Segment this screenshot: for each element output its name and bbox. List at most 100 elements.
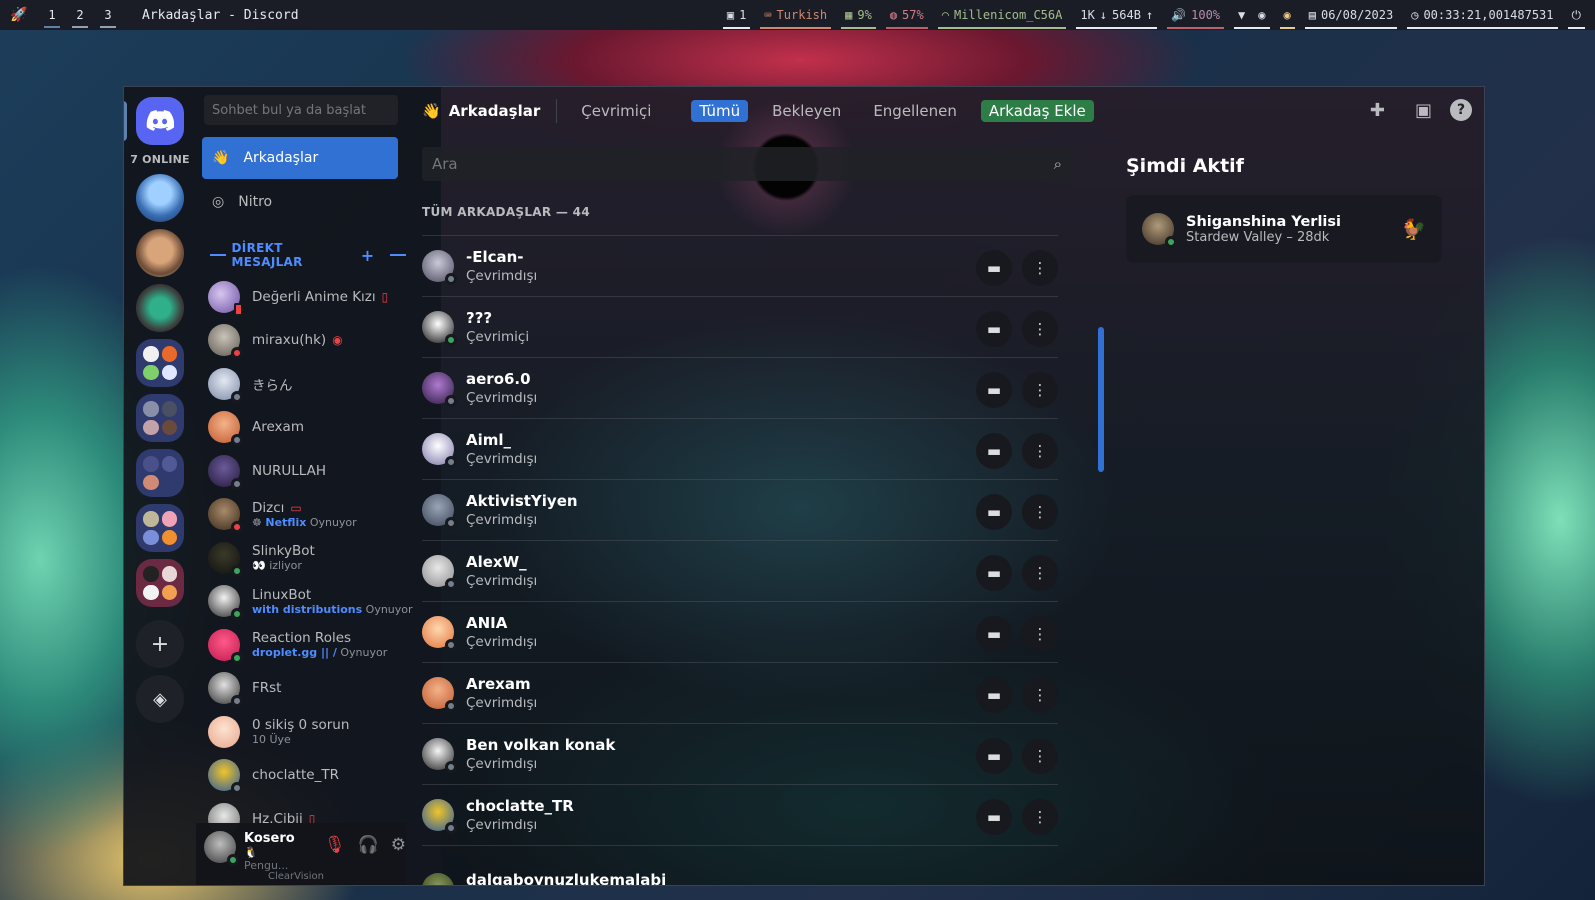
friends-search-input[interactable]: Ara ⌕ bbox=[422, 147, 1072, 181]
friend-row[interactable]: Arexam Çevrimdışı ▬ ⋮ bbox=[422, 663, 1058, 724]
server-icon[interactable] bbox=[136, 229, 184, 277]
help-icon[interactable]: ? bbox=[1450, 99, 1472, 121]
more-options-icon[interactable]: ⋮ bbox=[1022, 311, 1058, 347]
friend-row[interactable]: AlexW_ Çevrimdışı ▬ ⋮ bbox=[422, 541, 1058, 602]
power-icon[interactable]: ⏻ bbox=[1572, 8, 1582, 23]
dm-item[interactable]: FRst bbox=[208, 667, 406, 711]
discord-logo-icon bbox=[146, 110, 174, 131]
dm-item[interactable]: SlinkyBot 👀 izliyor bbox=[208, 536, 406, 580]
memory-module[interactable]: ◍ 57% bbox=[885, 4, 928, 29]
message-icon[interactable]: ▬ bbox=[976, 372, 1012, 408]
active-now-card[interactable]: Shiganshina Yerlisi Stardew Valley – 28d… bbox=[1126, 195, 1442, 263]
dm-item[interactable]: Dizcı ▭ ☸ Netflix Oynuyor bbox=[208, 493, 406, 537]
dm-search-input[interactable]: Sohbet bul ya da başlat bbox=[204, 95, 398, 125]
volume-level: 100% bbox=[1191, 8, 1221, 22]
workspace-1[interactable]: 1 bbox=[38, 8, 66, 28]
more-options-icon[interactable]: ⋮ bbox=[1022, 799, 1058, 835]
more-options-icon[interactable]: ⋮ bbox=[1022, 555, 1058, 591]
user-avatar[interactable] bbox=[204, 831, 239, 866]
new-group-dm-icon[interactable]: ✚ bbox=[1370, 100, 1385, 121]
dm-item[interactable]: choclatte_TR bbox=[208, 754, 406, 798]
redshift-module[interactable]: ◉ bbox=[1279, 4, 1295, 29]
message-icon[interactable]: ▬ bbox=[976, 799, 1012, 835]
server-folder[interactable] bbox=[136, 504, 184, 552]
server-folder[interactable] bbox=[136, 339, 184, 387]
avatar bbox=[422, 616, 457, 651]
message-icon[interactable]: ▬ bbox=[976, 433, 1012, 469]
tab-all[interactable]: Tümü bbox=[691, 100, 749, 122]
dm-name: NURULLAH bbox=[252, 462, 326, 479]
tab-blocked[interactable]: Engellenen bbox=[865, 100, 965, 122]
server-icon[interactable] bbox=[136, 174, 184, 222]
avatar bbox=[422, 433, 457, 468]
more-options-icon[interactable]: ⋮ bbox=[1022, 738, 1058, 774]
rocket-launcher-icon[interactable]: 🚀 bbox=[0, 7, 38, 23]
wifi-tray-icon[interactable]: ▼ bbox=[1238, 8, 1245, 22]
create-dm-plus-icon[interactable]: + bbox=[361, 246, 375, 265]
dm-item[interactable]: miraxu(hk) ◉ bbox=[208, 319, 406, 363]
add-server-button[interactable]: + bbox=[136, 620, 184, 668]
wifi-ssid: Millenicom_C56A bbox=[953, 8, 1063, 22]
server-folder[interactable] bbox=[136, 559, 184, 607]
message-icon[interactable]: ▬ bbox=[976, 311, 1012, 347]
cpu-module[interactable]: ▦ 9% bbox=[841, 4, 876, 29]
server-folder[interactable] bbox=[136, 394, 184, 442]
volume-module[interactable]: 🔊 100% bbox=[1167, 4, 1224, 29]
add-friend-button[interactable]: Arkadaş Ekle bbox=[980, 100, 1094, 122]
network-speed-module[interactable]: 1K ↓ 564B ↑ bbox=[1076, 4, 1158, 29]
dm-item[interactable]: Reaction Roles droplet.gg || / Oynuyor bbox=[208, 623, 406, 667]
message-icon[interactable]: ▬ bbox=[976, 677, 1012, 713]
friend-row[interactable]: AktivistYiyen Çevrimdışı ▬ ⋮ bbox=[422, 480, 1058, 541]
workspace-2[interactable]: 2 bbox=[66, 8, 94, 28]
network-tray-module[interactable]: ▼ ◉ bbox=[1234, 4, 1270, 29]
workspace-3[interactable]: 3 bbox=[94, 8, 122, 28]
nav-nitro[interactable]: ◎ Nitro bbox=[202, 181, 398, 223]
headphones-icon[interactable]: 🎧 bbox=[358, 835, 379, 855]
discord-window: 7 ONLINE + ◈ Sohbet bul ya da başlat � bbox=[123, 86, 1485, 886]
message-icon[interactable]: ▬ bbox=[976, 616, 1012, 652]
friend-status: Çevrimdışı bbox=[466, 573, 538, 589]
server-folder[interactable] bbox=[136, 449, 184, 497]
explore-servers-button[interactable]: ◈ bbox=[136, 675, 184, 723]
power-module[interactable]: ⏻ bbox=[1567, 4, 1586, 29]
mute-microphone-icon[interactable]: 🎙 bbox=[324, 835, 346, 855]
dm-item[interactable]: 0 sikiş 0 sorun 10 Üye bbox=[208, 710, 406, 754]
more-options-icon[interactable]: ⋮ bbox=[1022, 494, 1058, 530]
dm-item[interactable]: Değerli Anime Kızı ▯ bbox=[208, 275, 406, 319]
nav-friends[interactable]: 👋 Arkadaşlar bbox=[202, 137, 398, 179]
friend-row[interactable]: dalgaboynuzlukemalabi bbox=[422, 846, 1058, 885]
more-options-icon[interactable]: ⋮ bbox=[1022, 677, 1058, 713]
discord-tray-icon[interactable]: ◉ bbox=[1258, 8, 1265, 22]
system-top-bar: 🚀 1 2 3 Arkadaşlar - Discord ▣ 1 ⌨ Turki… bbox=[0, 0, 1595, 30]
dm-item[interactable]: NURULLAH bbox=[208, 449, 406, 493]
more-options-icon[interactable]: ⋮ bbox=[1022, 250, 1058, 286]
wifi-module[interactable]: ◠ Millenicom_C56A bbox=[937, 4, 1067, 29]
more-options-icon[interactable]: ⋮ bbox=[1022, 372, 1058, 408]
more-options-icon[interactable]: ⋮ bbox=[1022, 433, 1058, 469]
dm-item[interactable]: きらん bbox=[208, 362, 406, 406]
message-icon[interactable]: ▬ bbox=[976, 738, 1012, 774]
friend-row[interactable]: -Elcan- Çevrimdışı ▬ ⋮ bbox=[422, 236, 1058, 297]
friend-row[interactable]: aero6.0 Çevrimdışı ▬ ⋮ bbox=[422, 358, 1058, 419]
avatar bbox=[422, 250, 457, 285]
settings-gear-icon[interactable]: ⚙ bbox=[391, 835, 406, 855]
keyboard-module[interactable]: ⌨ Turkish bbox=[760, 4, 831, 29]
friend-row[interactable]: ??? Çevrimiçi ▬ ⋮ bbox=[422, 297, 1058, 358]
friends-scrollbar[interactable] bbox=[1098, 327, 1104, 472]
tab-online[interactable]: Çevrimiçi bbox=[573, 100, 659, 122]
friend-row[interactable]: Ben volkan konak Çevrimdışı ▬ ⋮ bbox=[422, 724, 1058, 785]
tab-pending[interactable]: Bekleyen bbox=[764, 100, 849, 122]
window-count-module[interactable]: ▣ 1 bbox=[722, 4, 751, 29]
message-icon[interactable]: ▬ bbox=[976, 494, 1012, 530]
dm-item[interactable]: LinuxBot with distributions Oynuyor bbox=[208, 580, 413, 624]
friend-row[interactable]: Aiml_ Çevrimdışı ▬ ⋮ bbox=[422, 419, 1058, 480]
friend-row[interactable]: choclatte_TR Çevrimdışı ▬ ⋮ bbox=[422, 785, 1058, 846]
message-icon[interactable]: ▬ bbox=[976, 250, 1012, 286]
dm-item[interactable]: Arexam bbox=[208, 406, 406, 450]
inbox-icon[interactable]: ▣ bbox=[1415, 100, 1432, 121]
discord-home-button[interactable] bbox=[124, 97, 184, 145]
server-icon[interactable] bbox=[136, 284, 184, 332]
message-icon[interactable]: ▬ bbox=[976, 555, 1012, 591]
friend-row[interactable]: ANIA Çevrimdışı ▬ ⋮ bbox=[422, 602, 1058, 663]
more-options-icon[interactable]: ⋮ bbox=[1022, 616, 1058, 652]
